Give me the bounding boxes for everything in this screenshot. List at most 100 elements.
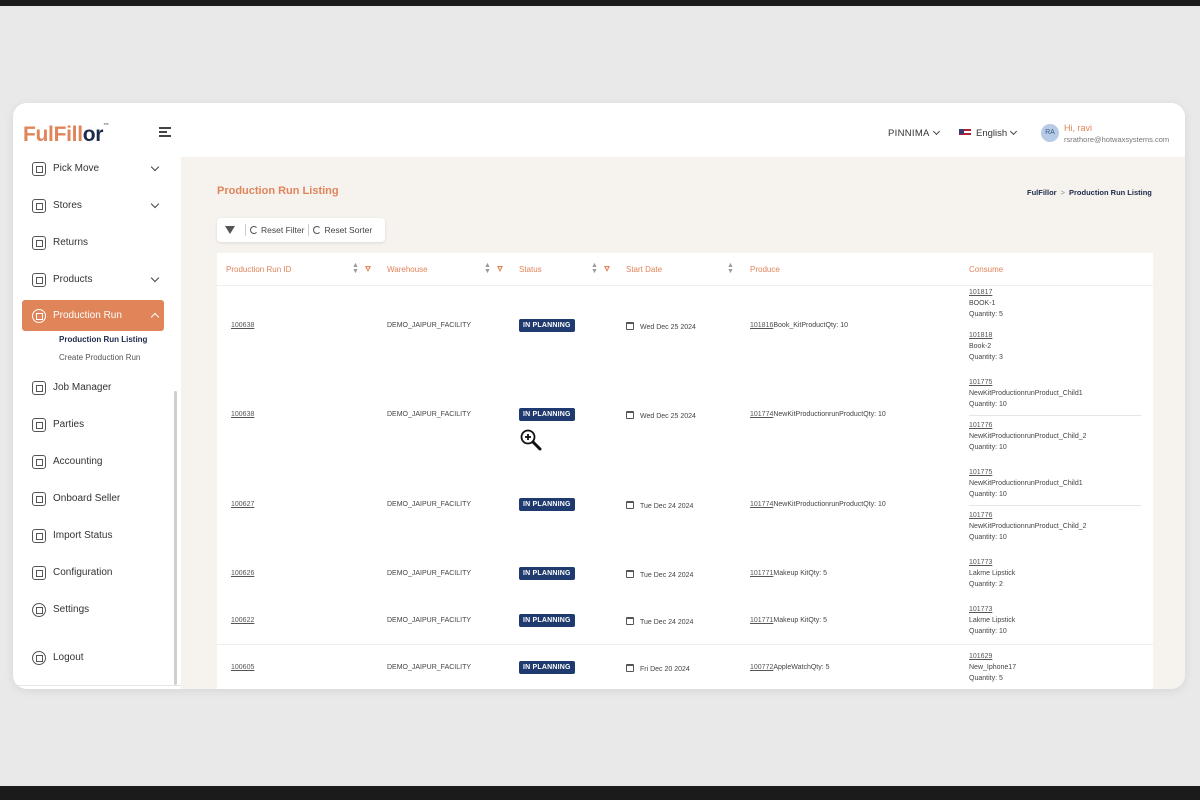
- subnav-create-production-run[interactable]: Create Production Run: [59, 353, 140, 362]
- reset-filter-button[interactable]: Reset Filter: [250, 225, 304, 235]
- col-header-production-run-id[interactable]: Production Run ID: [226, 265, 291, 274]
- calendar-icon: [626, 664, 634, 672]
- language-label: English: [976, 128, 1008, 139]
- produce-id-link[interactable]: 100772: [750, 664, 773, 671]
- sidebar-scrollbar[interactable]: [174, 391, 177, 685]
- row-4-produce: 101771Makeup KitQty: 5: [750, 570, 827, 577]
- sidebar-item-label: Stores: [53, 200, 82, 211]
- filter-icon[interactable]: [365, 266, 371, 272]
- org-selector[interactable]: PINNIMA: [888, 127, 940, 139]
- sidebar-item-settings[interactable]: Settings: [22, 594, 164, 625]
- sidebar-item-import-status[interactable]: Import Status: [22, 520, 164, 551]
- header-divider: [217, 285, 1153, 286]
- parties-icon: [32, 417, 46, 432]
- sidebar-item-label: Settings: [53, 604, 90, 615]
- produce-id-link[interactable]: 101771: [750, 617, 773, 624]
- produce-detail: Makeup KitQty: 5: [773, 570, 828, 577]
- consume-id-link[interactable]: 101773: [969, 559, 992, 566]
- row-2-id-link[interactable]: 100638: [231, 411, 254, 418]
- configuration-icon: [32, 565, 46, 580]
- language-selector[interactable]: English: [959, 127, 1018, 139]
- sidebar-item-label: Onboard Seller: [53, 493, 121, 504]
- row-3-produce: 101774NewKitProductionrunProductQty: 10: [750, 501, 886, 508]
- sort-icon[interactable]: ▲ ▼: [591, 262, 598, 275]
- consume-id-link[interactable]: 101776: [969, 422, 992, 429]
- chevron-down-icon: [150, 162, 160, 172]
- consume-id-link[interactable]: 101629: [969, 653, 992, 660]
- row-1-produce: 101816Book_KitProductQty: 10: [750, 322, 848, 329]
- user-greeting[interactable]: Hi, ravi: [1064, 123, 1092, 133]
- sidebar-item-onboard-seller[interactable]: Onboard Seller: [22, 483, 164, 514]
- top-frame-strip: [0, 0, 1200, 6]
- sidebar-item-job-manager[interactable]: Job Manager: [22, 372, 164, 403]
- sidebar-item-production-run[interactable]: Production Run: [22, 300, 164, 331]
- subnav-production-run-listing[interactable]: Production Run Listing: [59, 335, 147, 344]
- col-header-start-date[interactable]: Start Date: [626, 265, 662, 274]
- sidebar-item-products[interactable]: Products: [22, 264, 164, 295]
- avatar[interactable]: RA: [1041, 124, 1059, 142]
- sidebar-item-label: Parties: [53, 419, 85, 430]
- sidebar-item-configuration[interactable]: Configuration: [22, 557, 164, 588]
- col-header-warehouse[interactable]: Warehouse: [387, 265, 428, 274]
- reset-sorter-button[interactable]: Reset Sorter: [313, 225, 372, 235]
- menu-collapse-icon[interactable]: [159, 127, 171, 137]
- sidebar-item-pick-move[interactable]: Pick Move: [22, 153, 164, 184]
- sidebar-item-label: Job Manager: [53, 382, 112, 393]
- sidebar-item-accounting[interactable]: Accounting: [22, 446, 164, 477]
- consume-id-link[interactable]: 101817: [969, 289, 992, 296]
- col-header-status[interactable]: Status: [519, 265, 542, 274]
- refresh-icon: [313, 226, 322, 234]
- row-4-id-link[interactable]: 100626: [231, 570, 254, 577]
- seller-icon: [32, 491, 46, 506]
- consume-name: BOOK-1: [969, 300, 996, 307]
- row-4-warehouse: DEMO_JAIPUR_FACILITY: [387, 570, 472, 577]
- status-badge: IN PLANNING: [519, 408, 575, 421]
- page-title: Production Run Listing: [217, 185, 339, 197]
- us-flag-icon: [959, 129, 971, 137]
- sidebar-item-label: Import Status: [53, 530, 113, 541]
- row-5-id-link[interactable]: 100622: [231, 617, 254, 624]
- produce-id-link[interactable]: 101774: [750, 411, 773, 418]
- status-badge: IN PLANNING: [519, 661, 575, 674]
- consume-id-link[interactable]: 101775: [969, 469, 992, 476]
- consume-id-link[interactable]: 101775: [969, 379, 992, 386]
- produce-detail: Makeup KitQty: 5: [773, 617, 828, 624]
- consume-qty: Quantity: 5: [969, 311, 1003, 318]
- filter-icon[interactable]: [604, 266, 610, 272]
- row-3-id-link[interactable]: 100627: [231, 501, 254, 508]
- row-6-produce: 100772AppleWatchQty: 5: [750, 664, 830, 671]
- consume-divider: [969, 505, 1141, 506]
- consume-id-link[interactable]: 101773: [969, 606, 992, 613]
- breadcrumb-home[interactable]: FulFillor: [1027, 188, 1057, 197]
- chevron-down-icon: [932, 127, 940, 136]
- consume-id-link[interactable]: 101776: [969, 512, 992, 519]
- status-badge: IN PLANNING: [519, 614, 575, 627]
- sidebar-item-label: Pick Move: [53, 163, 100, 174]
- consume-name: NewKitProductionrunProduct_Child_2: [969, 523, 1087, 530]
- consume-name: Book-2: [969, 343, 992, 350]
- logout-button[interactable]: Logout: [22, 642, 164, 673]
- produce-id-link[interactable]: 101771: [750, 570, 773, 577]
- row-1-start-date: Wed Dec 25 2024: [626, 322, 696, 331]
- produce-id-link[interactable]: 101816: [750, 322, 773, 329]
- consume-qty: Quantity: 10: [969, 628, 1007, 635]
- sidebar-item-returns[interactable]: Returns: [22, 227, 164, 258]
- row-divider: [217, 644, 1153, 645]
- row-5-start-date: Tue Dec 24 2024: [626, 617, 693, 626]
- produce-id-link[interactable]: 101774: [750, 501, 773, 508]
- filter-icon[interactable]: [225, 225, 235, 235]
- row-6-id-link[interactable]: 100605: [231, 664, 254, 671]
- row-1-id-link[interactable]: 100638: [231, 322, 254, 329]
- sort-icon[interactable]: ▲ ▼: [484, 262, 491, 275]
- sidebar-item-parties[interactable]: Parties: [22, 409, 164, 440]
- filter-icon[interactable]: [497, 266, 503, 272]
- app-logo[interactable]: FulFillor™: [23, 123, 109, 147]
- sort-icon[interactable]: ▲ ▼: [727, 262, 734, 275]
- consume-name: Lakme Lipstick: [969, 617, 1016, 624]
- chevron-down-icon: [150, 273, 160, 283]
- consume-id-link[interactable]: 101818: [969, 332, 992, 339]
- sort-icon[interactable]: ▲ ▼: [352, 262, 359, 275]
- sidebar-item-stores[interactable]: Stores: [22, 190, 164, 221]
- store-icon: [32, 198, 46, 213]
- chevron-down-icon: [1010, 127, 1018, 136]
